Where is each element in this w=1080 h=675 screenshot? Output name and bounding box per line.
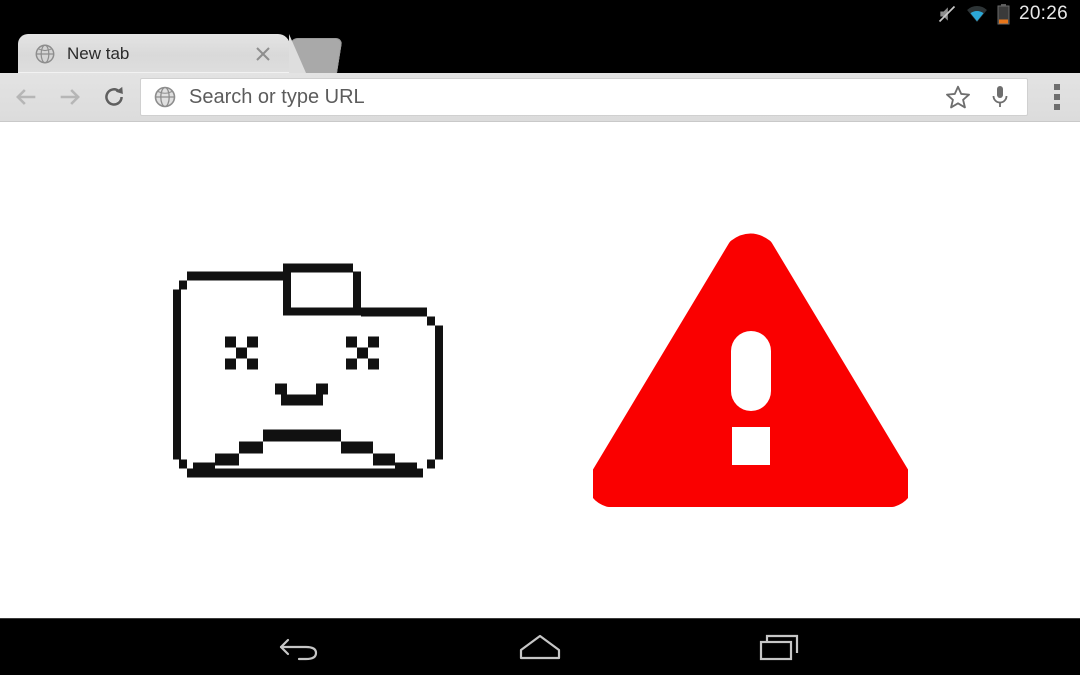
tab-title: New tab (67, 43, 130, 63)
android-navigation-bar (0, 618, 1080, 675)
globe-icon (34, 43, 56, 65)
android-recents-button[interactable] (745, 625, 815, 669)
menu-dot (1054, 84, 1060, 90)
browser-toolbar: Search or type URL (0, 73, 1080, 122)
battery-icon (997, 3, 1010, 25)
star-icon[interactable] (937, 78, 979, 116)
back-arrow-icon[interactable] (4, 75, 48, 119)
omnibox[interactable]: Search or type URL (140, 78, 1028, 116)
android-back-button[interactable] (265, 625, 335, 669)
browser-tab-strip: New tab (0, 28, 1080, 73)
wifi-icon (966, 5, 988, 23)
browser-tab-new-tab[interactable]: New tab (18, 34, 306, 73)
menu-dot (1054, 94, 1060, 100)
android-status-bar: 20:26 (0, 0, 1080, 28)
menu-dot (1054, 104, 1060, 110)
android-home-button[interactable] (505, 625, 575, 669)
omnibox-placeholder: Search or type URL (189, 85, 365, 108)
overflow-menu-icon[interactable] (1034, 74, 1080, 120)
mute-icon (937, 4, 957, 24)
microphone-icon[interactable] (979, 78, 1021, 116)
error-graphics-row (0, 123, 1080, 618)
status-bar-clock: 20:26 (1018, 3, 1068, 24)
device-screen: 20:26 New tab Search or type URL (0, 0, 1080, 675)
globe-icon (153, 85, 177, 109)
warning-triangle-icon (588, 231, 912, 511)
forward-arrow-icon[interactable] (48, 75, 92, 119)
page-content (0, 123, 1080, 618)
close-icon[interactable] (250, 41, 276, 67)
sad-folder-icon (172, 256, 443, 486)
reload-icon[interactable] (92, 75, 136, 119)
